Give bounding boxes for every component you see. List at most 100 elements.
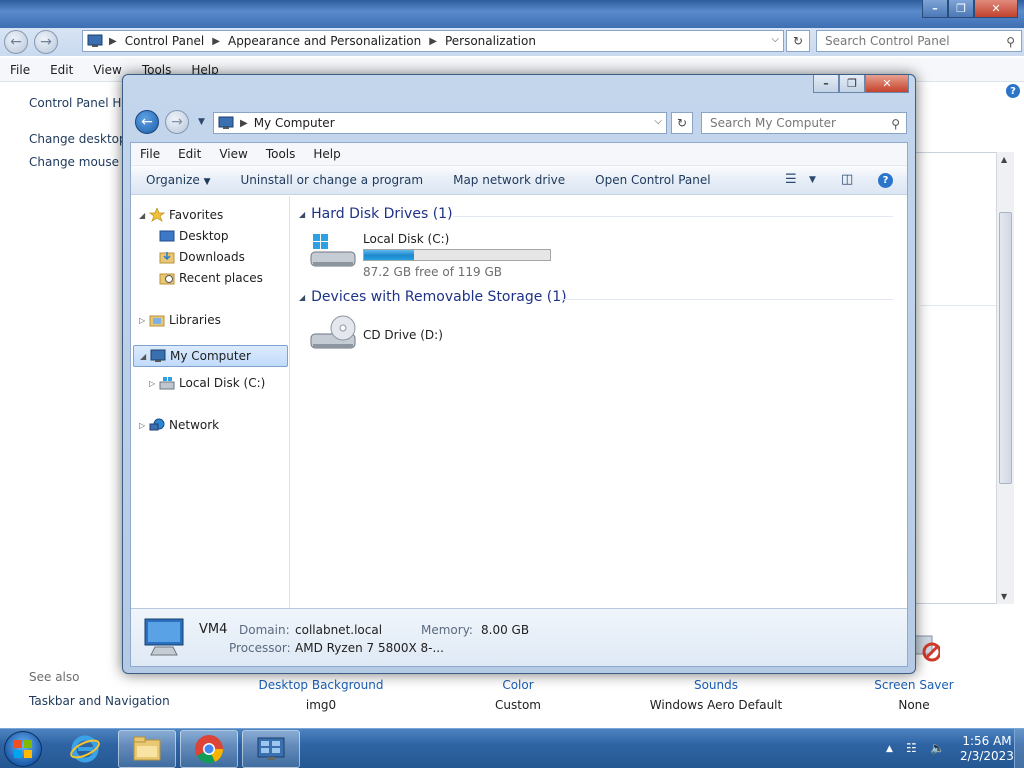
change-view-icon[interactable]: ☰ (785, 172, 797, 187)
recent-pages-chevron-icon[interactable]: ▼ (198, 117, 205, 127)
nav-local-disk[interactable]: ▷ Local Disk (C:) (149, 376, 265, 390)
color-label[interactable]: Color (478, 678, 558, 692)
nav-recent-places[interactable]: Recent places (159, 271, 263, 285)
screen-saver-item[interactable]: Screen Saver None (868, 678, 960, 712)
menu-tools[interactable]: Tools (257, 147, 305, 161)
computer-icon (150, 349, 166, 362)
menu-file[interactable]: File (131, 147, 169, 161)
address-bar[interactable]: ▶ My Computer ⌵ (213, 112, 667, 134)
open-control-panel-button[interactable]: Open Control Panel (580, 173, 725, 187)
clock[interactable]: 1:56 AM 2/3/2023 (956, 734, 1018, 764)
nav-favorites[interactable]: ◢ Favorites (139, 208, 223, 222)
search-icon: ⚲ (1006, 35, 1015, 49)
forward-button[interactable]: → (165, 110, 189, 134)
cd-drive-d-item[interactable]: CD Drive (D:) (309, 314, 569, 358)
domain-label: Domain: (239, 623, 290, 637)
search-input[interactable]: Search Control Panel ⚲ (816, 30, 1022, 52)
help-icon[interactable]: ? (878, 173, 893, 188)
removable-storage-header[interactable]: ◢ Devices with Removable Storage (1) (299, 289, 567, 305)
refresh-button[interactable]: ↻ (786, 30, 810, 52)
chevron-down-icon[interactable]: ⌵ (654, 116, 662, 127)
local-disk-c-item[interactable]: Local Disk (C:) 87.2 GB free of 119 GB (309, 232, 569, 279)
breadcrumb-my-computer[interactable]: My Computer (248, 116, 341, 130)
expanded-triangle-icon[interactable]: ◢ (299, 210, 305, 219)
expanded-triangle-icon[interactable]: ◢ (140, 352, 150, 361)
menu-file[interactable]: File (0, 63, 40, 77)
internet-explorer-button[interactable] (56, 730, 114, 768)
nav-libraries[interactable]: ▷ Libraries (139, 313, 221, 327)
expanded-triangle-icon[interactable]: ◢ (139, 211, 149, 220)
menu-view[interactable]: View (210, 147, 256, 161)
scrollbar[interactable]: ▲ ▼ (996, 152, 1014, 604)
chevron-down-icon: ▼ (203, 177, 211, 187)
hard-disk-drives-header[interactable]: ◢ Hard Disk Drives (1) (299, 206, 453, 222)
close-button[interactable]: ✕ (974, 0, 1018, 18)
forward-button[interactable]: → (34, 30, 58, 54)
close-button[interactable]: ✕ (865, 75, 909, 93)
domain-value: collabnet.local (295, 623, 383, 637)
scroll-down-icon[interactable]: ▼ (1001, 592, 1007, 601)
back-button[interactable]: ← (135, 110, 159, 134)
collapsed-triangle-icon[interactable]: ▷ (149, 379, 159, 388)
menu-edit[interactable]: Edit (169, 147, 210, 161)
volume-icon[interactable]: 🔈 (930, 741, 945, 755)
taskbar-navigation-link[interactable]: Taskbar and Navigation (29, 694, 170, 708)
start-button[interactable] (4, 731, 42, 767)
control-panel-button[interactable] (242, 730, 300, 768)
sounds-label[interactable]: Sounds (636, 678, 796, 692)
processor-value: AMD Ryzen 7 5800X 8-... (295, 641, 444, 655)
scroll-up-icon[interactable]: ▲ (1001, 155, 1007, 164)
see-also-heading: See also (29, 670, 80, 684)
address-bar[interactable]: ▶ Control Panel ▶ Appearance and Persona… (82, 30, 784, 52)
nav-network[interactable]: ▷ Network (139, 418, 219, 432)
maximize-button[interactable]: ❐ (839, 75, 865, 93)
show-desktop-button[interactable] (1014, 729, 1024, 768)
uninstall-program-button[interactable]: Uninstall or change a program (226, 173, 439, 187)
divider (921, 305, 997, 306)
breadcrumb-control-panel[interactable]: Control Panel (117, 34, 213, 48)
minimize-button[interactable]: – (813, 75, 839, 93)
chrome-button[interactable] (180, 730, 238, 768)
collapsed-triangle-icon[interactable]: ▷ (139, 421, 149, 430)
color-item[interactable]: Color Custom (478, 678, 558, 712)
scrollbar-thumb[interactable] (999, 212, 1012, 484)
preview-pane-icon[interactable]: ◫ (841, 172, 853, 187)
breadcrumb-appearance[interactable]: Appearance and Personalization (220, 34, 429, 48)
menu-help[interactable]: Help (304, 147, 349, 161)
nav-desktop[interactable]: Desktop (159, 229, 229, 243)
chevron-down-icon[interactable]: ⌵ (771, 34, 779, 45)
show-hidden-icons-icon[interactable]: ▲ (886, 744, 893, 754)
nav-local-disk-label: Local Disk (C:) (179, 376, 266, 390)
collapsed-triangle-icon[interactable]: ▷ (139, 316, 149, 325)
menu-edit[interactable]: Edit (40, 63, 83, 77)
search-placeholder: Search My Computer (710, 116, 836, 130)
network-status-icon[interactable]: ☷ (906, 741, 917, 755)
breadcrumb-personalization[interactable]: Personalization (437, 34, 544, 48)
organize-button[interactable]: Organize ▼ (131, 173, 226, 187)
nav-network-label: Network (169, 418, 220, 432)
minimize-button[interactable]: – (922, 0, 948, 18)
sounds-item[interactable]: Sounds Windows Aero Default (636, 678, 796, 712)
maximize-button[interactable]: ❐ (948, 0, 974, 18)
map-network-drive-button[interactable]: Map network drive (438, 173, 580, 187)
refresh-button[interactable]: ↻ (671, 112, 693, 134)
nav-recent-places-label: Recent places (179, 271, 263, 285)
search-icon: ⚲ (891, 117, 900, 131)
help-icon[interactable]: ? (1006, 84, 1020, 98)
local-disk-icon (159, 377, 175, 390)
memory-label: Memory: (421, 623, 473, 637)
screen-saver-label[interactable]: Screen Saver (868, 678, 960, 692)
group-divider (453, 216, 893, 217)
nav-downloads[interactable]: Downloads (159, 250, 245, 264)
memory-value: 8.00 GB (481, 623, 530, 637)
view-options-chevron-icon[interactable]: ▼ (809, 175, 816, 185)
control-panel-titlebar[interactable]: – ❐ ✕ (0, 0, 1024, 28)
desktop-background-label[interactable]: Desktop Background (256, 678, 386, 692)
nav-downloads-label: Downloads (179, 250, 245, 264)
expanded-triangle-icon[interactable]: ◢ (299, 293, 305, 302)
file-explorer-button[interactable] (118, 730, 176, 768)
desktop-background-item[interactable]: Desktop Background img0 (256, 678, 386, 712)
search-input[interactable]: Search My Computer ⚲ (701, 112, 907, 134)
back-button[interactable]: ← (4, 30, 28, 54)
nav-my-computer[interactable]: ◢ My Computer (133, 345, 288, 367)
